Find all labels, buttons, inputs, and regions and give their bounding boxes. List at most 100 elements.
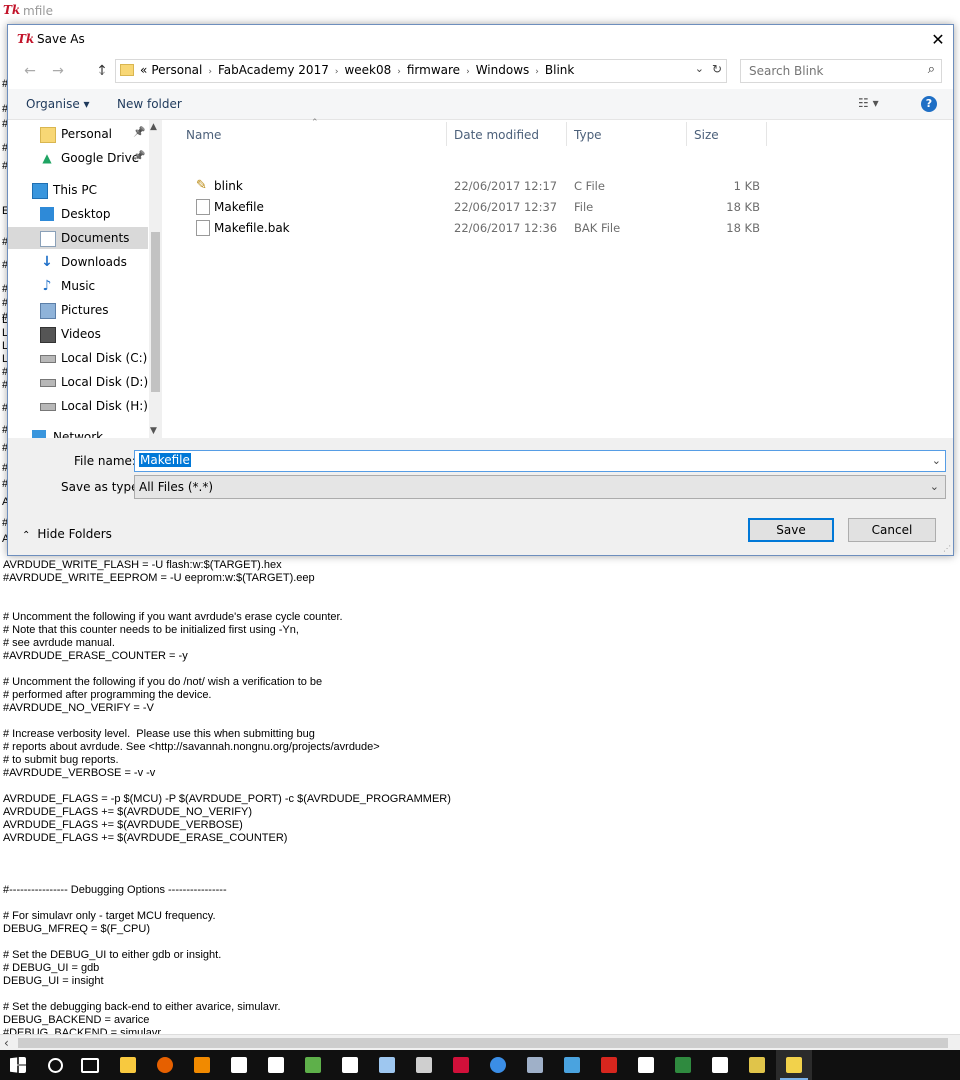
column-header-size[interactable]: Size	[694, 128, 719, 146]
view-options-icon[interactable]: ☷ ▾	[858, 96, 879, 110]
acrobat-icon[interactable]	[591, 1050, 627, 1080]
editor-code[interactable]: AVRDUDE_WRITE_FLASH = -U flash:w:$(TARGE…	[3, 559, 451, 1034]
disk-icon	[40, 355, 56, 363]
nav-item-local-disk-h[interactable]: Local Disk (H:)	[8, 395, 148, 417]
breadcrumb-overflow[interactable]: «	[140, 63, 147, 77]
chevron-right-icon[interactable]: ›	[397, 67, 401, 77]
nav-item-pictures[interactable]: Pictures	[8, 299, 148, 321]
scroll-up-icon[interactable]: ▲	[150, 122, 157, 132]
breadcrumb-item[interactable]: Windows	[476, 63, 530, 77]
scrollbar-thumb[interactable]	[151, 232, 160, 392]
editor-icon[interactable]	[739, 1050, 775, 1080]
app-red-icon[interactable]	[443, 1050, 479, 1080]
save-button[interactable]: Save	[748, 518, 834, 542]
nav-item-this-pc[interactable]: This PC	[8, 179, 148, 201]
save-as-type-label: Save as type:	[61, 480, 143, 494]
chevron-right-icon[interactable]: ›	[208, 67, 212, 77]
nav-item-videos[interactable]: Videos	[8, 323, 148, 345]
breadcrumb-item[interactable]: week08	[344, 63, 391, 77]
chevron-right-icon[interactable]: ›	[335, 67, 339, 77]
breadcrumb-item[interactable]: FabAcademy 2017	[218, 63, 329, 77]
solitaire-icon[interactable]	[332, 1050, 368, 1080]
file-name: Makefile	[214, 200, 264, 214]
column-header-type[interactable]: Type	[574, 128, 602, 146]
file-size: 1 KB	[733, 179, 760, 193]
chevron-down-icon[interactable]: ⌄	[930, 480, 939, 493]
store-icon[interactable]	[702, 1050, 738, 1080]
search-icon[interactable]	[37, 1050, 73, 1080]
column-divider[interactable]	[566, 122, 567, 146]
file-row[interactable]: ✎ blink 22/06/2017 12:17 C File 1 KB	[170, 176, 770, 196]
chevron-right-icon[interactable]: ›	[535, 67, 539, 77]
notes-icon[interactable]	[369, 1050, 405, 1080]
task-view-icon[interactable]	[72, 1050, 108, 1080]
navigation-scrollbar[interactable]: ▲ ▼	[149, 120, 162, 438]
inkscape-icon[interactable]	[295, 1050, 331, 1080]
scrollbar-thumb[interactable]	[18, 1038, 948, 1048]
breadcrumb-item[interactable]: firmware	[407, 63, 460, 77]
search-icon[interactable]: ⌕	[928, 62, 935, 77]
cancel-button[interactable]: Cancel	[848, 518, 936, 542]
network-icon	[32, 430, 46, 438]
calculator-icon[interactable]	[665, 1050, 701, 1080]
chevron-down-icon[interactable]: ⌄	[932, 454, 941, 467]
chevron-right-icon[interactable]: ›	[466, 67, 470, 77]
notepad-icon[interactable]	[258, 1050, 294, 1080]
photos-icon[interactable]	[517, 1050, 553, 1080]
vlc-icon[interactable]	[184, 1050, 220, 1080]
monitor-icon[interactable]	[554, 1050, 590, 1080]
column-divider[interactable]	[766, 122, 767, 146]
python-icon[interactable]	[776, 1050, 812, 1080]
forward-arrow-icon[interactable]: →	[48, 61, 68, 81]
nav-item-label: This PC	[53, 183, 97, 197]
nav-item-local-disk-c[interactable]: Local Disk (C:)	[8, 347, 148, 369]
file-row[interactable]: Makefile 22/06/2017 12:37 File 18 KB	[170, 197, 770, 217]
nav-item-local-disk-d[interactable]: Local Disk (D:)	[8, 371, 148, 393]
hide-folders-toggle[interactable]: ⌃ Hide Folders	[22, 527, 112, 541]
navigation-pane: Personal 📌 ▲ Google Drive 📌 This PC Desktop Doc…	[8, 120, 162, 438]
save-as-type-select[interactable]: All Files (*.*) ⌄	[134, 475, 946, 499]
arduino-icon[interactable]	[406, 1050, 442, 1080]
column-divider[interactable]	[446, 122, 447, 146]
search-box[interactable]: ⌕	[740, 59, 942, 83]
column-header-name[interactable]: Name	[186, 128, 221, 146]
up-arrow-icon[interactable]: ↑	[92, 61, 112, 81]
start-icon[interactable]	[0, 1050, 36, 1080]
close-button[interactable]: ✕	[923, 25, 953, 54]
back-arrow-icon[interactable]: ←	[20, 61, 40, 81]
organise-button[interactable]: Organise ▾	[26, 97, 90, 111]
breadcrumb-item[interactable]: Blink	[545, 63, 574, 77]
new-folder-button[interactable]: New folder	[117, 97, 182, 111]
nav-item-label: Desktop	[61, 207, 111, 221]
refresh-icon[interactable]: ↻	[712, 62, 722, 76]
breadcrumb-item[interactable]: Personal	[151, 63, 202, 77]
column-header-date[interactable]: Date modified	[454, 128, 539, 146]
nav-item-music[interactable]: ♪ Music	[8, 275, 148, 297]
horizontal-scrollbar[interactable]: ‹	[0, 1034, 960, 1051]
resize-grip-icon[interactable]: ⋰	[943, 544, 951, 553]
file-name-input[interactable]: Makefile ⌄	[134, 450, 946, 472]
file-name-value[interactable]: Makefile	[139, 453, 191, 467]
chrome-icon[interactable]	[480, 1050, 516, 1080]
chevron-down-icon[interactable]: ⌄	[695, 62, 704, 75]
search-input[interactable]	[747, 63, 916, 79]
help-icon[interactable]: ?	[921, 96, 937, 112]
disk-icon	[40, 379, 56, 387]
nav-item-label: Music	[61, 279, 96, 293]
firefox-icon[interactable]	[147, 1050, 183, 1080]
address-bar[interactable]: « Personal › FabAcademy 2017 › week08 › firmwar…	[115, 59, 727, 83]
nav-item-google-drive[interactable]: ▲ Google Drive 📌	[8, 147, 148, 169]
nav-item-downloads[interactable]: ↓ Downloads	[8, 251, 148, 273]
scroll-down-icon[interactable]: ▼	[150, 426, 157, 436]
scroll-left-icon[interactable]: ‹	[4, 1036, 9, 1050]
nav-item-desktop[interactable]: Desktop	[8, 203, 148, 225]
nav-item-documents[interactable]: Documents	[8, 227, 148, 249]
videos-icon	[40, 327, 56, 343]
nav-item-personal[interactable]: Personal 📌	[8, 123, 148, 145]
mail-icon[interactable]	[221, 1050, 257, 1080]
file-explorer-icon[interactable]	[110, 1050, 146, 1080]
column-divider[interactable]	[686, 122, 687, 146]
file-row[interactable]: Makefile.bak 22/06/2017 12:36 BAK File 18 K…	[170, 218, 770, 238]
settings-icon[interactable]	[628, 1050, 664, 1080]
nav-item-network[interactable]: Network	[8, 426, 148, 438]
